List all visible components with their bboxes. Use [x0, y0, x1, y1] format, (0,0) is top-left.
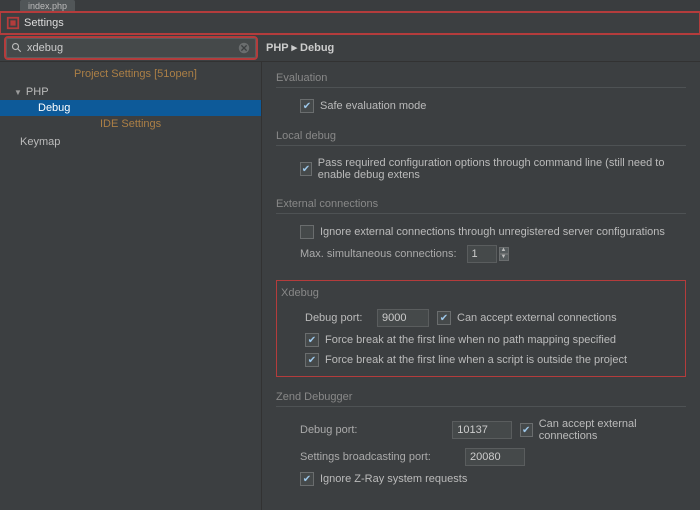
spinner-max-conn[interactable]: ▲▼	[499, 247, 509, 261]
section-title-evaluation: Evaluation	[276, 72, 686, 88]
section-zend: Zend Debugger Debug port: Can accept ext…	[276, 391, 686, 489]
label-zend-port: Debug port:	[300, 424, 452, 436]
label-xdebug-port: Debug port:	[305, 312, 377, 324]
label-pass-config: Pass required configuration options thro…	[318, 157, 686, 181]
tree-item-php[interactable]: PHP	[0, 84, 261, 100]
checkbox-xdebug-accept[interactable]	[437, 311, 451, 325]
section-title-xdebug: Xdebug	[281, 287, 681, 302]
settings-icon	[6, 16, 20, 30]
sidebar-header-project: Project Settings [51open]	[0, 66, 261, 84]
section-local-debug: Local debug Pass required configuration …	[276, 130, 686, 184]
breadcrumb: PHP ▸ Debug	[266, 41, 334, 54]
search-field[interactable]	[6, 38, 256, 58]
search-row: PHP ▸ Debug	[0, 34, 700, 62]
tree-item-debug[interactable]: Debug	[0, 100, 261, 116]
dialog-title: Settings	[24, 17, 64, 29]
section-xdebug: Xdebug Debug port: Can accept external c…	[276, 280, 686, 377]
section-title-local: Local debug	[276, 130, 686, 146]
checkbox-safe-eval[interactable]	[300, 99, 314, 113]
content-panel: Evaluation Safe evaluation mode Local de…	[262, 62, 700, 510]
checkbox-zray[interactable]	[300, 472, 314, 486]
checkbox-ignore-external[interactable]	[300, 225, 314, 239]
label-max-conn: Max. simultaneous connections:	[300, 248, 457, 260]
input-xdebug-port[interactable]	[377, 309, 429, 327]
editor-tabbar: index.php	[0, 0, 700, 12]
clear-icon[interactable]	[237, 41, 251, 55]
checkbox-pass-config[interactable]	[300, 162, 312, 176]
search-icon	[11, 42, 23, 54]
checkbox-force-break-outside[interactable]	[305, 353, 319, 367]
sidebar: Project Settings [51open] PHP Debug IDE …	[0, 62, 262, 510]
editor-tab[interactable]: index.php	[20, 0, 75, 12]
sidebar-header-ide: IDE Settings	[0, 116, 261, 134]
section-title-zend: Zend Debugger	[276, 391, 686, 407]
input-zend-bcast[interactable]	[465, 448, 525, 466]
link-bookmarklets[interactable]: Use debugger bookmarklets to initiate de…	[276, 503, 650, 510]
checkbox-force-break-nopath[interactable]	[305, 333, 319, 347]
dialog-titlebar: Settings	[0, 12, 700, 34]
label-zend-accept: Can accept external connections	[539, 418, 686, 442]
checkbox-zend-accept[interactable]	[520, 423, 533, 437]
input-max-conn[interactable]	[467, 245, 497, 263]
label-force-break-nopath: Force break at the first line when no pa…	[325, 334, 616, 346]
search-input[interactable]	[27, 42, 237, 54]
label-zend-bcast: Settings broadcasting port:	[300, 451, 465, 463]
label-zray: Ignore Z-Ray system requests	[320, 473, 467, 485]
input-zend-port[interactable]	[452, 421, 512, 439]
label-ignore-external: Ignore external connections through unre…	[320, 226, 665, 238]
label-xdebug-accept: Can accept external connections	[457, 312, 617, 324]
label-safe-eval: Safe evaluation mode	[320, 100, 426, 112]
section-evaluation: Evaluation Safe evaluation mode	[276, 72, 686, 116]
tree-item-keymap[interactable]: Keymap	[0, 134, 261, 150]
section-title-external: External connections	[276, 198, 686, 214]
label-force-break-outside: Force break at the first line when a scr…	[325, 354, 627, 366]
section-external: External connections Ignore external con…	[276, 198, 686, 266]
